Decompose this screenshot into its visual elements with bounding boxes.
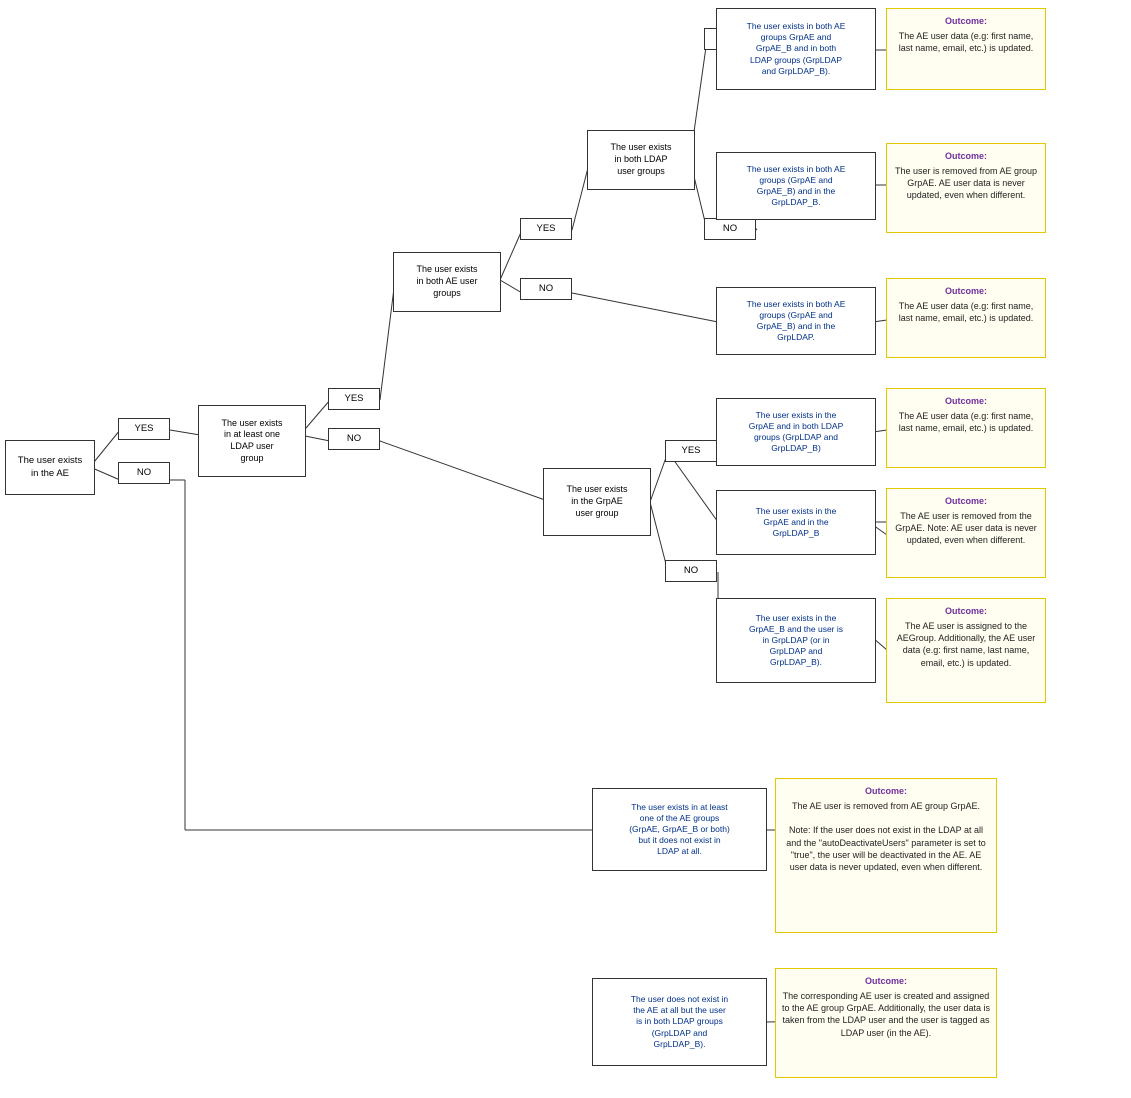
ae-exists-box: The user existsin the AE xyxy=(5,440,95,495)
outcome6-box: Outcome: The AE user is assigned to the … xyxy=(886,598,1046,703)
outcome4-text: The AE user data (e.g: first name, last … xyxy=(899,411,1034,433)
outcome4-title: Outcome: xyxy=(893,395,1039,407)
outcome8-box: Outcome: The corresponding AE user is cr… xyxy=(775,968,997,1078)
no4-box: NO xyxy=(704,218,756,240)
outcome8-title: Outcome: xyxy=(782,975,990,987)
yes5-box: YES xyxy=(665,440,717,462)
outcome7-title: Outcome: xyxy=(782,785,990,797)
outcome5-text: The AE user is removed from the GrpAE. N… xyxy=(895,511,1037,545)
outcome7-text: The AE user is removed from AE group Grp… xyxy=(786,801,986,872)
no3-box: NO xyxy=(520,278,572,300)
outcome3-box: Outcome: The AE user data (e.g: first na… xyxy=(886,278,1046,358)
outcome2-box: Outcome: The user is removed from AE gro… xyxy=(886,143,1046,233)
at-least-one-ldap-box: The user existsin at least oneLDAP userg… xyxy=(198,405,306,477)
grpae-usergroup-box: The user existsin the GrpAEuser group xyxy=(543,468,651,536)
both-ae-groups-box: The user existsin both AE usergroups xyxy=(393,252,501,312)
cond-mid2-box: The user exists in theGrpAE and in theGr… xyxy=(716,490,876,555)
outcome2-title: Outcome: xyxy=(893,150,1039,162)
no1-box: NO xyxy=(118,462,170,484)
outcome2-text: The user is removed from AE group GrpAE.… xyxy=(895,166,1037,200)
cond-bot1-box: The user exists in theGrpAE_B and the us… xyxy=(716,598,876,683)
outcome3-text: The AE user data (e.g: first name, last … xyxy=(899,301,1034,323)
yes3-box: YES xyxy=(520,218,572,240)
flowchart-diagram: The user existsin the AE YES NO The user… xyxy=(0,0,1131,1098)
outcome1-text: The AE user data (e.g: first name, last … xyxy=(899,31,1034,53)
outcome8-text: The corresponding AE user is created and… xyxy=(782,991,990,1037)
cond-not-in-ae-box: The user does not exist inthe AE at all … xyxy=(592,978,767,1066)
no5-box: NO xyxy=(665,560,717,582)
cond-top2-box: The user exists in both AEgroups (GrpAE … xyxy=(716,152,876,220)
cond-top3-box: The user exists in both AEgroups (GrpAE … xyxy=(716,287,876,355)
outcome3-title: Outcome: xyxy=(893,285,1039,297)
outcome1-title: Outcome: xyxy=(893,15,1039,27)
both-ldap-groups-box: The user existsin both LDAPuser groups xyxy=(587,130,695,190)
cond-top1-box: The user exists in both AEgroups GrpAE a… xyxy=(716,8,876,90)
no2-box: NO xyxy=(328,428,380,450)
outcome6-title: Outcome: xyxy=(893,605,1039,617)
outcome7-box: Outcome: The AE user is removed from AE … xyxy=(775,778,997,933)
outcome6-text: The AE user is assigned to the AEGroup. … xyxy=(897,621,1035,667)
cond-no-ldap-box: The user exists in at leastone of the AE… xyxy=(592,788,767,871)
yes2-box: YES xyxy=(328,388,380,410)
yes1-box: YES xyxy=(118,418,170,440)
outcome1-box: Outcome: The AE user data (e.g: first na… xyxy=(886,8,1046,90)
outcome5-box: Outcome: The AE user is removed from the… xyxy=(886,488,1046,578)
outcome5-title: Outcome: xyxy=(893,495,1039,507)
outcome4-box: Outcome: The AE user data (e.g: first na… xyxy=(886,388,1046,468)
cond-mid1-box: The user exists in theGrpAE and in both … xyxy=(716,398,876,466)
